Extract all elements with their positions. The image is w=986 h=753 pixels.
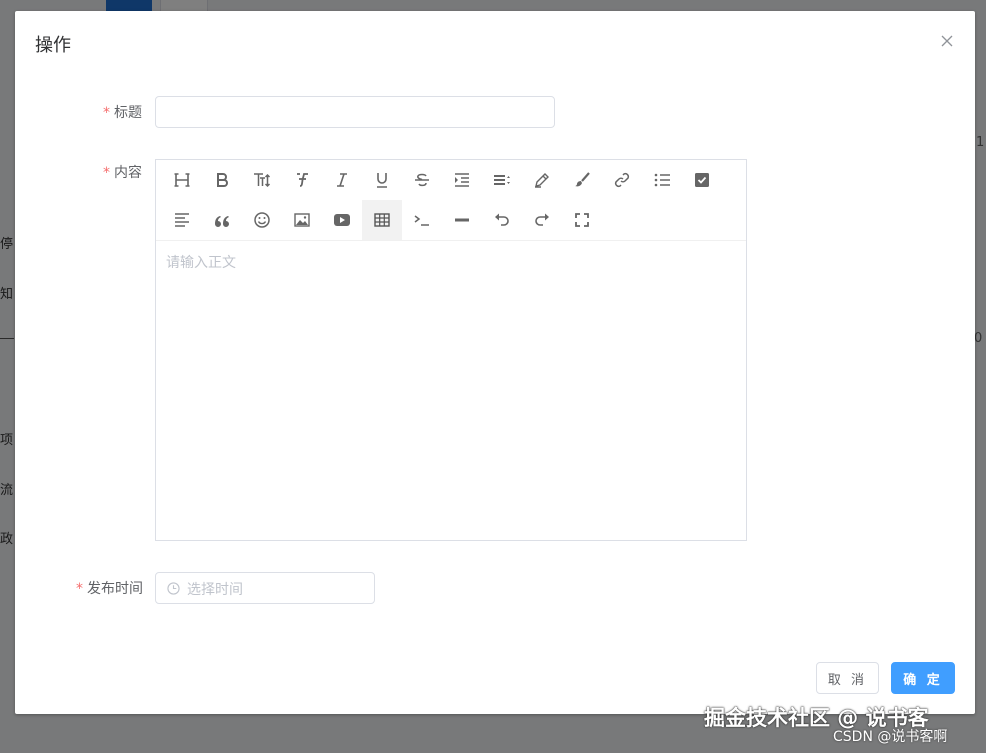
fullscreen-icon[interactable] bbox=[562, 200, 602, 240]
header-icon[interactable] bbox=[162, 160, 202, 200]
fore-color-icon[interactable] bbox=[522, 160, 562, 200]
italic-icon[interactable] bbox=[322, 160, 362, 200]
font-family-icon[interactable] bbox=[282, 160, 322, 200]
link-icon[interactable] bbox=[602, 160, 642, 200]
strikethrough-icon[interactable] bbox=[402, 160, 442, 200]
indent-icon[interactable] bbox=[442, 160, 482, 200]
quote-icon[interactable] bbox=[202, 200, 242, 240]
emoticon-icon[interactable] bbox=[242, 200, 282, 240]
editor-toolbar bbox=[156, 160, 746, 241]
todo-icon[interactable] bbox=[682, 160, 722, 200]
publish-time-placeholder: 选择时间 bbox=[187, 582, 243, 598]
undo-icon[interactable] bbox=[482, 200, 522, 240]
publish-time-label: * 发布时间 bbox=[76, 578, 143, 598]
video-icon[interactable] bbox=[322, 200, 362, 240]
dialog-title: 操作 bbox=[35, 35, 71, 56]
content-label-text: 内容 bbox=[114, 165, 142, 181]
required-mark: * bbox=[76, 581, 83, 597]
list-icon[interactable] bbox=[642, 160, 682, 200]
title-label: * 标题 bbox=[103, 102, 142, 122]
back-color-icon[interactable] bbox=[562, 160, 602, 200]
rich-text-editor: 请输入正文 bbox=[155, 159, 747, 541]
required-mark: * bbox=[103, 105, 110, 121]
close-icon[interactable] bbox=[939, 33, 955, 49]
publish-time-picker[interactable]: 选择时间 bbox=[155, 572, 375, 604]
image-icon[interactable] bbox=[282, 200, 322, 240]
bold-icon[interactable] bbox=[202, 160, 242, 200]
title-label-text: 标题 bbox=[114, 105, 142, 121]
editor-placeholder[interactable]: 请输入正文 bbox=[166, 252, 236, 272]
underline-icon[interactable] bbox=[362, 160, 402, 200]
confirm-button[interactable]: 确 定 bbox=[891, 662, 955, 694]
watermark-secondary: CSDN @说书客啊 bbox=[833, 729, 948, 745]
font-size-icon[interactable] bbox=[242, 160, 282, 200]
title-input[interactable] bbox=[155, 96, 555, 128]
code-icon[interactable] bbox=[402, 200, 442, 240]
clock-icon bbox=[167, 582, 180, 595]
justify-icon[interactable] bbox=[162, 200, 202, 240]
publish-time-label-text: 发布时间 bbox=[87, 581, 143, 597]
required-mark: * bbox=[103, 165, 110, 181]
operation-dialog: 操作 * 标题 * 内容 请输入正文 * 发布时间 选择时间 取 消 确 定 bbox=[15, 11, 975, 714]
table-icon[interactable] bbox=[362, 200, 402, 240]
line-height-icon[interactable] bbox=[482, 160, 522, 200]
redo-icon[interactable] bbox=[522, 200, 562, 240]
divider-icon[interactable] bbox=[442, 200, 482, 240]
cancel-button[interactable]: 取 消 bbox=[816, 662, 879, 694]
content-label: * 内容 bbox=[103, 162, 142, 182]
